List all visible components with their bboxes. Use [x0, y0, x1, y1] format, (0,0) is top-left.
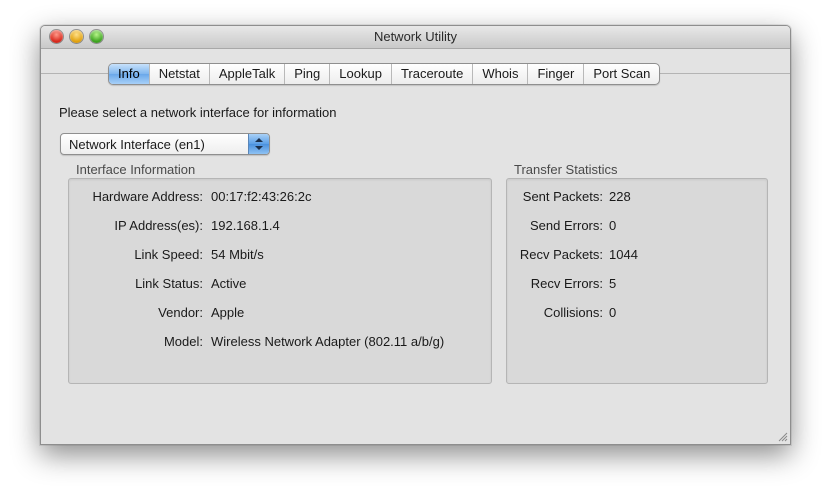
popup-arrows-icon[interactable]	[248, 134, 269, 154]
interface-select[interactable]: Network Interface (en1)	[60, 133, 270, 155]
info-label: IP Address(es):	[114, 218, 203, 233]
network-utility-window: Network Utility Info Netstat AppleTalk P…	[40, 25, 791, 445]
stats-label: Recv Packets:	[519, 247, 603, 262]
interface-info-title: Interface Information	[76, 162, 196, 177]
transfer-stats-title: Transfer Statistics	[514, 162, 618, 177]
stats-label: Collisions:	[543, 305, 603, 320]
info-label: Link Speed:	[134, 247, 203, 262]
tab-netstat[interactable]: Netstat	[148, 64, 209, 84]
tab-finger[interactable]: Finger	[527, 64, 583, 84]
tab-info[interactable]: Info	[109, 64, 149, 84]
stats-label: Sent Packets:	[522, 189, 603, 204]
info-value: Wireless Network Adapter (802.11 a/b/g)	[211, 334, 445, 349]
stats-value: 0	[609, 305, 617, 320]
tab-traceroute[interactable]: Traceroute	[390, 64, 472, 84]
tab-whois[interactable]: Whois	[472, 64, 527, 84]
title-bar[interactable]: Network Utility	[41, 26, 790, 49]
info-value: Active	[211, 276, 247, 291]
tab-lookup[interactable]: Lookup	[329, 64, 391, 84]
stats-value: 228	[609, 189, 631, 204]
stats-value: 5	[609, 276, 617, 291]
info-value: Apple	[211, 305, 245, 320]
stats-label: Send Errors:	[530, 218, 603, 233]
stats-value: 0	[609, 218, 617, 233]
tab-ping[interactable]: Ping	[284, 64, 329, 84]
info-value: 192.168.1.4	[211, 218, 280, 233]
info-label: Link Status:	[135, 276, 203, 291]
info-label: Hardware Address:	[92, 189, 203, 204]
interface-prompt: Please select a network interface for in…	[59, 105, 337, 120]
tab-port-scan[interactable]: Port Scan	[583, 64, 659, 84]
tab-appletalk[interactable]: AppleTalk	[208, 64, 284, 84]
window-title: Network Utility	[373, 29, 458, 44]
stats-value: 1044	[609, 247, 638, 262]
info-value: 54 Mbit/s	[211, 247, 264, 262]
tab-bar: Info Netstat AppleTalk Ping Lookup Trace…	[108, 63, 661, 85]
stats-label: Recv Errors:	[530, 276, 603, 291]
resize-grip-icon[interactable]	[776, 430, 788, 442]
info-value: 00:17:f2:43:26:2c	[211, 189, 312, 204]
info-label: Vendor:	[158, 305, 203, 320]
interface-info-box	[68, 178, 492, 384]
interface-select-value: Network Interface (en1)	[69, 137, 205, 152]
info-label: Model:	[163, 334, 203, 349]
